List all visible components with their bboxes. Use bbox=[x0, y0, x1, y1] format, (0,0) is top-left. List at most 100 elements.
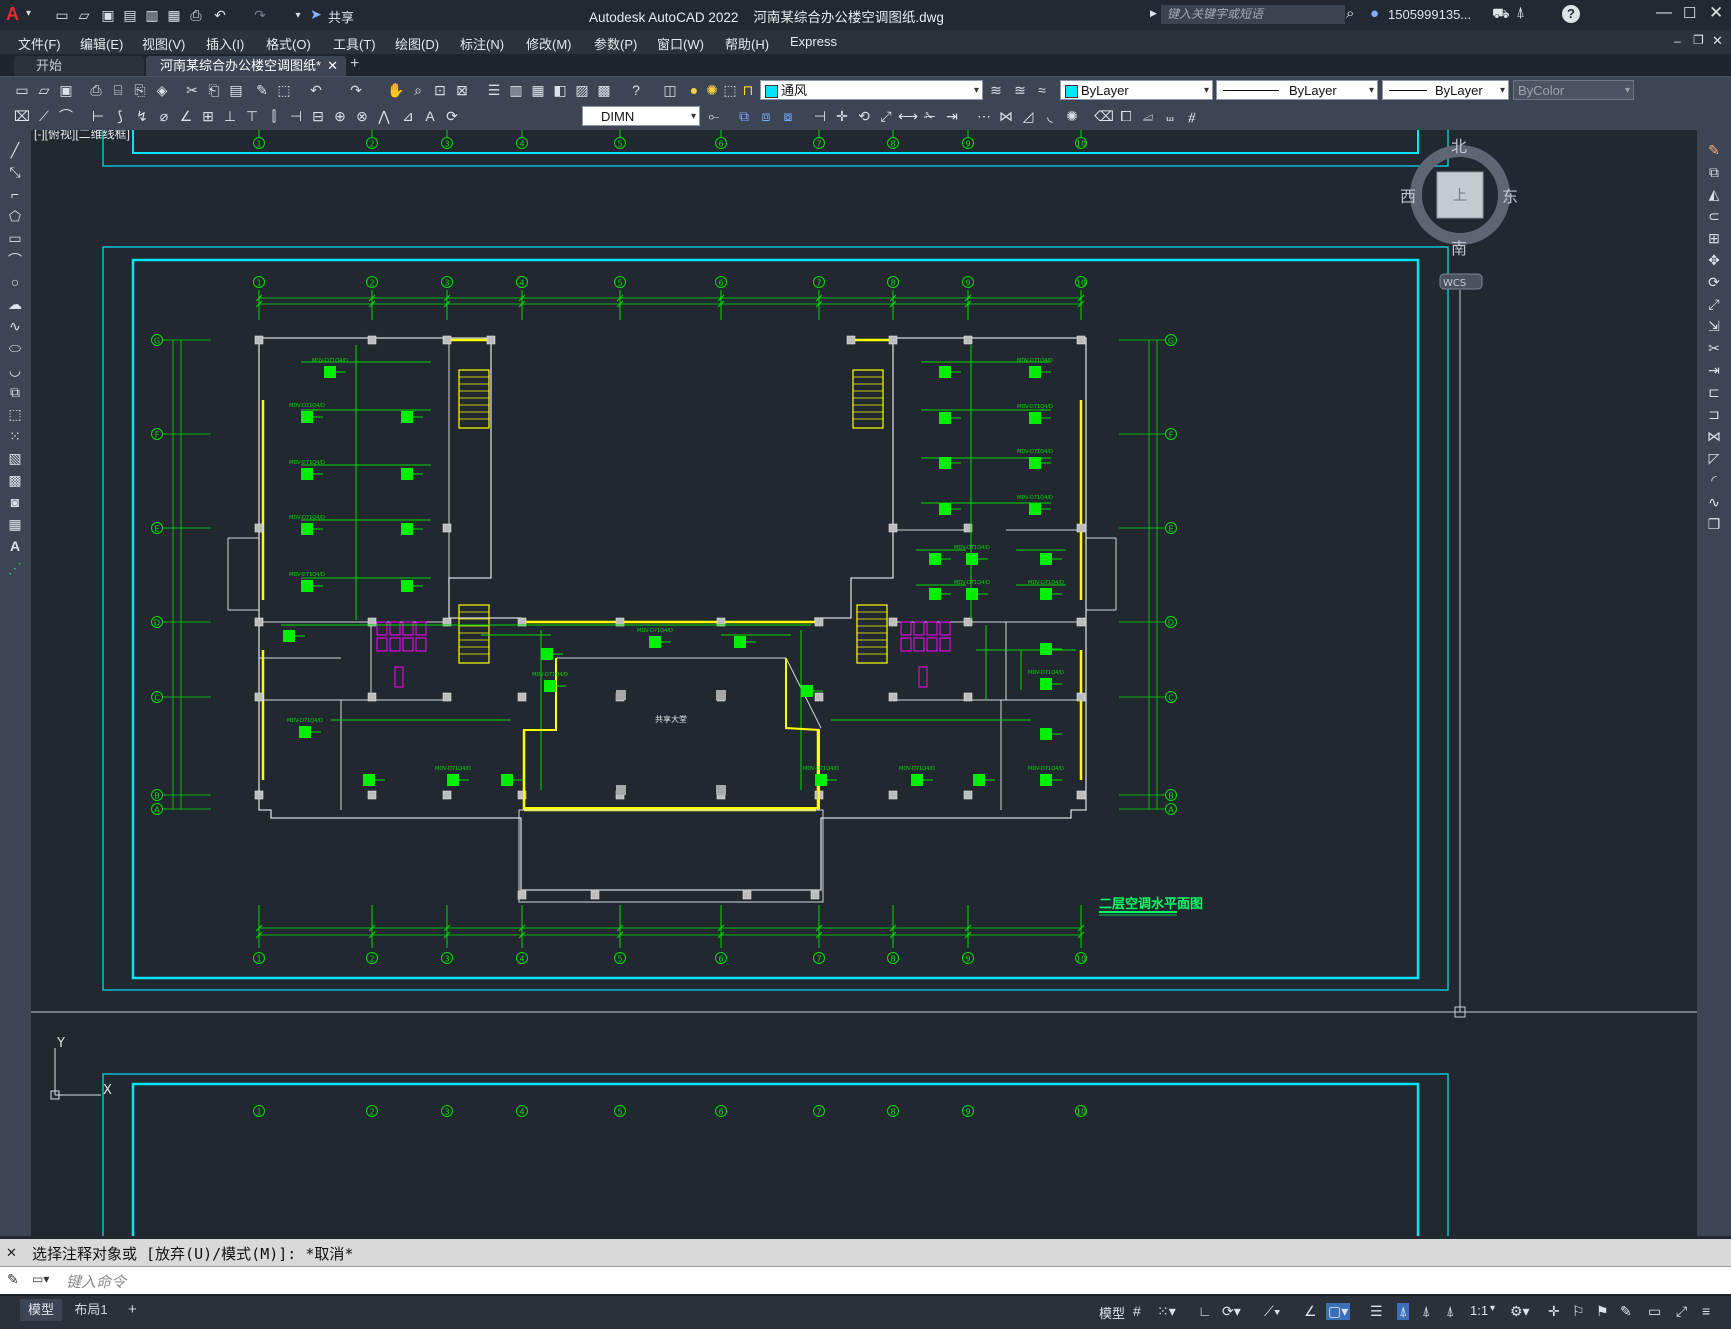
redo-icon[interactable]: ↷ bbox=[250, 5, 270, 25]
dynamic-ucs-icon[interactable]: ∠ bbox=[1304, 1303, 1317, 1320]
draworder-mod-icon[interactable]: ⧠ bbox=[1116, 106, 1136, 126]
grid-icon[interactable]: # bbox=[1133, 1303, 1141, 1319]
menu-parametric[interactable]: 参数(P) bbox=[594, 34, 637, 53]
menu-window[interactable]: 窗口(W) bbox=[657, 34, 704, 53]
break-point-icon[interactable]: ⊏ bbox=[1704, 382, 1724, 402]
plotstyle-dropdown[interactable]: ByColor ▾ bbox=[1513, 80, 1634, 100]
rectangle-icon[interactable]: ▭ bbox=[5, 228, 25, 248]
layer-on-icon[interactable]: ● bbox=[684, 80, 704, 100]
cut-icon[interactable]: ✂ bbox=[182, 80, 202, 100]
center-mark-icon[interactable]: ⊕ bbox=[330, 106, 350, 126]
dim-arc-icon[interactable]: ⌒ bbox=[56, 106, 76, 126]
save-web-icon[interactable]: ▦ bbox=[164, 5, 184, 25]
new-file-icon[interactable]: ▭ bbox=[52, 5, 72, 25]
viewcube-east[interactable]: 东 bbox=[1502, 187, 1518, 206]
command-close-icon[interactable]: ✕ bbox=[6, 1245, 17, 1261]
properties-icon[interactable]: ☰ bbox=[484, 80, 504, 100]
redo-tb-icon[interactable]: ↷ bbox=[346, 80, 366, 100]
linetype-dropdown[interactable]: ByLayer ▾ bbox=[1216, 80, 1378, 100]
quick-access-dropdown-icon[interactable]: ▾ bbox=[288, 5, 308, 25]
menu-modify[interactable]: 修改(M) bbox=[526, 34, 572, 53]
model-tab[interactable]: 模型 bbox=[20, 1299, 62, 1321]
cart-icon[interactable]: ⛟ bbox=[1492, 5, 1510, 24]
help-tb-icon[interactable]: ? bbox=[626, 80, 646, 100]
menu-dimension[interactable]: 标注(N) bbox=[460, 34, 504, 53]
help-icon[interactable]: ? bbox=[1562, 5, 1580, 23]
hatch-icon[interactable]: ▧ bbox=[5, 448, 25, 468]
jogged-linear-icon[interactable]: ⋀ bbox=[374, 106, 394, 126]
join-mod-icon[interactable]: ⋈ bbox=[996, 106, 1016, 126]
layout1-tab[interactable]: 布局1 bbox=[70, 1299, 112, 1321]
dim-space-icon[interactable]: ⫿ bbox=[264, 106, 284, 126]
dim-update-icon[interactable]: ⟳ bbox=[442, 106, 462, 126]
dim-break-icon[interactable]: ⊣ bbox=[286, 106, 306, 126]
extend-icon[interactable]: ⇥ bbox=[1704, 360, 1724, 380]
lock-ui-icon[interactable]: ✎ bbox=[1620, 1303, 1632, 1320]
match-properties-icon[interactable]: ✎ bbox=[252, 80, 272, 100]
dim-diameter-icon[interactable]: ⌀ bbox=[154, 106, 174, 126]
menu-express[interactable]: Express bbox=[790, 34, 837, 49]
print-icon[interactable]: ⎙ bbox=[186, 5, 206, 25]
trim-icon[interactable]: ✂ bbox=[1704, 338, 1724, 358]
drawing-canvas[interactable]: 1 1 1 1 2 2 2 2 3 3 3 3 4 4 4 4 5 5 5 5 6 6 6 6 7 7 7 7 8 8 8 8 9 9 9 9 10 10… bbox=[31, 130, 1697, 1236]
menu-draw[interactable]: 绘图(D) bbox=[395, 34, 439, 53]
break-mod-icon[interactable]: ⋯ bbox=[974, 106, 994, 126]
make-current-layer-icon[interactable]: ≋ bbox=[986, 80, 1006, 100]
add-selected-icon[interactable]: ⋰ bbox=[5, 558, 25, 578]
layer-dropdown[interactable]: 通风 ▾ bbox=[760, 80, 983, 100]
doc-minimize-icon[interactable]: – bbox=[1674, 34, 1681, 48]
menu-view[interactable]: 视图(V) bbox=[142, 34, 185, 53]
undo-tb-icon[interactable]: ↶ bbox=[306, 80, 326, 100]
block-editor-icon[interactable]: ⬚ bbox=[274, 80, 294, 100]
add-layout-button[interactable]: + bbox=[128, 1301, 137, 1318]
zoom-window-icon[interactable]: ⊡ bbox=[430, 80, 450, 100]
dim-jogged-icon[interactable]: ↯ bbox=[132, 106, 152, 126]
3dprint-icon[interactable]: ◈ bbox=[152, 80, 172, 100]
doc-restore-icon[interactable]: ❐ bbox=[1693, 33, 1704, 47]
paste-icon[interactable]: ▤ bbox=[226, 80, 246, 100]
annotation-scale-value[interactable]: 1:1 bbox=[1470, 1303, 1488, 1318]
open-file-icon[interactable]: ▱ bbox=[74, 5, 94, 25]
dim-radius-icon[interactable]: ⟆ bbox=[110, 106, 130, 126]
construction-line-icon[interactable]: ⤡ bbox=[5, 162, 25, 182]
close-tab-icon[interactable]: ✕ bbox=[327, 56, 338, 76]
sheet-set-icon[interactable]: ◧ bbox=[550, 80, 570, 100]
quickcalc-icon[interactable]: ▩ bbox=[594, 80, 614, 100]
customization-menu-icon[interactable]: ≡ bbox=[1702, 1303, 1710, 1319]
qdim-icon[interactable]: ⊞ bbox=[198, 106, 218, 126]
layer-previous-icon[interactable]: ≊ bbox=[1010, 80, 1030, 100]
menu-tools[interactable]: 工具(T) bbox=[333, 34, 376, 53]
dim-linear-icon[interactable]: ⌧ bbox=[12, 106, 32, 126]
search-icon[interactable]: ⌕ bbox=[1346, 5, 1354, 22]
point-icon[interactable]: ⁙ bbox=[5, 426, 25, 446]
layer-vp-icon[interactable]: ⬚ bbox=[720, 80, 740, 100]
erase-icon[interactable]: ✎ bbox=[1704, 140, 1724, 160]
array-icon[interactable]: ⊞ bbox=[1704, 228, 1724, 248]
chamfer-icon[interactable]: ◸ bbox=[1704, 448, 1724, 468]
menu-file[interactable]: 文件(F) bbox=[18, 34, 61, 53]
minimize-button[interactable]: — bbox=[1656, 4, 1672, 22]
auto-scale-icon[interactable]: ⍋ bbox=[1422, 1303, 1430, 1320]
osnap-icon[interactable]: ▢▾ bbox=[1326, 1303, 1351, 1320]
wipeout-mod-icon[interactable]: ⧣ bbox=[1182, 106, 1202, 126]
polyline-icon[interactable]: ⌐ bbox=[5, 184, 25, 204]
extend-mod-icon[interactable]: ⇥ bbox=[942, 106, 962, 126]
customize-icon[interactable]: ✎ bbox=[7, 1271, 19, 1288]
move-icon[interactable]: ✥ bbox=[1704, 250, 1724, 270]
undo-icon[interactable]: ↶ bbox=[210, 5, 230, 25]
viewcube-south[interactable]: 南 bbox=[1451, 239, 1467, 258]
design-center-icon[interactable]: ▥ bbox=[506, 80, 526, 100]
mirror-icon[interactable]: ◭ bbox=[1704, 184, 1724, 204]
fillet-mod-icon[interactable]: ◟ bbox=[1040, 106, 1060, 126]
menu-edit[interactable]: 编辑(E) bbox=[80, 34, 123, 53]
break-icon[interactable]: ⊐ bbox=[1704, 404, 1724, 424]
explode-icon[interactable]: ❒ bbox=[1704, 514, 1724, 534]
dim-baseline-icon[interactable]: ⊥ bbox=[220, 106, 240, 126]
dim-angular-icon[interactable]: ∠ bbox=[176, 106, 196, 126]
model-space-button[interactable]: 模型 bbox=[1099, 1303, 1125, 1322]
pan-icon[interactable]: ✋ bbox=[386, 80, 406, 100]
units-icon[interactable]: ⚐ bbox=[1572, 1303, 1585, 1320]
region-icon[interactable]: ◙ bbox=[5, 492, 25, 512]
quick-properties-icon[interactable]: ⚑ bbox=[1596, 1303, 1609, 1320]
tool-palettes-icon[interactable]: ▦ bbox=[528, 80, 548, 100]
